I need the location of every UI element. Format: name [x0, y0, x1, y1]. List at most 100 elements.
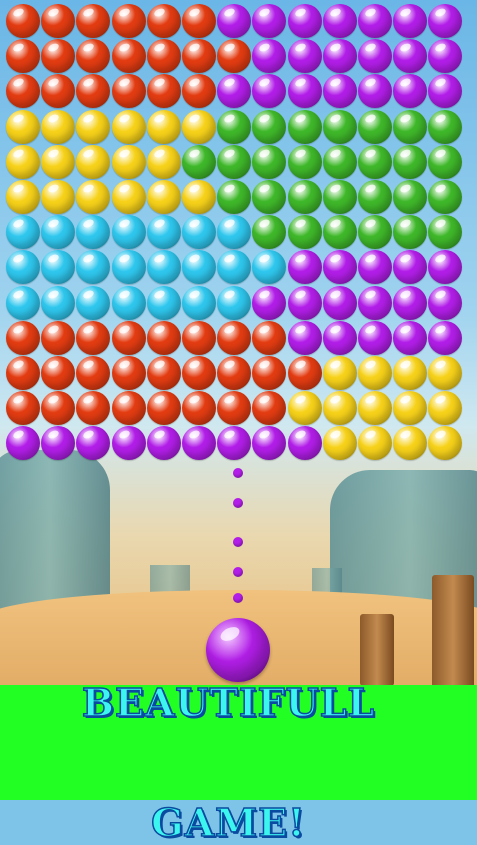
bubble-red — [41, 320, 76, 355]
bubble-red — [182, 39, 216, 74]
bubble-purple — [76, 426, 111, 461]
bubble-green — [287, 109, 322, 144]
bubble-red — [6, 4, 40, 38]
bubble-cyan — [111, 215, 146, 250]
wooden-post-right — [432, 575, 474, 685]
bubble-grid[interactable] — [6, 4, 468, 462]
bubble-green — [358, 180, 392, 214]
bubble-red — [146, 74, 181, 109]
bubble-yellow — [6, 180, 40, 214]
bubble-cyan — [6, 285, 40, 320]
aim-dot — [233, 593, 243, 603]
bubble-yellow — [111, 109, 146, 144]
bubble-purple — [358, 39, 392, 74]
bubble-cyan — [146, 250, 181, 285]
bubble-purple — [287, 74, 322, 109]
bubble-cyan — [41, 250, 76, 285]
bubble-red — [182, 4, 216, 38]
bubble-cyan — [182, 215, 216, 250]
bubble-yellow — [146, 180, 181, 214]
bubble-purple — [287, 39, 322, 74]
bubble-purple — [393, 39, 428, 74]
bubble-cyan — [76, 215, 111, 250]
bubble-yellow — [358, 426, 392, 461]
bubble-red — [6, 39, 40, 74]
bubble-red — [41, 356, 76, 390]
bubble-yellow — [358, 391, 392, 426]
bubble-yellow — [428, 426, 463, 461]
bubble-purple — [358, 4, 392, 38]
bubble-green — [322, 215, 357, 250]
bubble-green — [252, 180, 287, 214]
bubble-yellow — [428, 391, 463, 426]
bubble-yellow — [182, 109, 216, 144]
bubble-green — [393, 109, 428, 144]
bubble-yellow — [358, 356, 392, 390]
bubble-red — [76, 74, 111, 109]
bubble-red — [146, 39, 181, 74]
bubble-purple — [428, 39, 463, 74]
bubble-green — [252, 144, 287, 179]
bubble-red — [252, 320, 287, 355]
bubble-cyan — [252, 250, 287, 285]
bubble-purple — [252, 39, 287, 74]
bubble-green — [428, 215, 463, 250]
bubble-purple — [41, 426, 76, 461]
bubble-yellow — [393, 426, 428, 461]
bubble-purple — [428, 285, 463, 320]
bubble-purple — [322, 250, 357, 285]
bubble-red — [111, 391, 146, 426]
bubble-purple — [6, 426, 40, 461]
bubble-red — [287, 356, 322, 390]
bubble-green — [217, 144, 252, 179]
bubble-red — [6, 356, 40, 390]
bubble-green — [393, 215, 428, 250]
bubble-cyan — [76, 250, 111, 285]
bubble-green — [322, 180, 357, 214]
bubble-red — [111, 74, 146, 109]
aim-dot — [233, 567, 243, 577]
bubble-yellow — [322, 426, 357, 461]
bubble-green — [287, 180, 322, 214]
bubble-yellow — [76, 180, 111, 214]
bubble-green — [287, 144, 322, 179]
bubble-green — [358, 109, 392, 144]
bubble-purple — [287, 426, 322, 461]
bubble-red — [41, 391, 76, 426]
bubble-red — [41, 74, 76, 109]
bubble-cyan — [182, 250, 216, 285]
bubble-red — [252, 356, 287, 390]
bubble-purple — [287, 285, 322, 320]
game-scene[interactable] — [0, 0, 477, 685]
bubble-red — [111, 4, 146, 38]
bubble-purple — [287, 320, 322, 355]
bubble-purple — [428, 320, 463, 355]
banner-line-2: GAME! — [150, 799, 306, 845]
bubble-cyan — [217, 250, 252, 285]
bubble-purple — [322, 39, 357, 74]
bubble-purple — [322, 285, 357, 320]
aim-dot — [233, 498, 243, 508]
bubble-yellow — [182, 180, 216, 214]
bubble-purple — [428, 4, 463, 38]
bubble-green — [428, 144, 463, 179]
bubble-purple — [358, 285, 392, 320]
bubble-green — [217, 109, 252, 144]
bubble-red — [182, 356, 216, 390]
bubble-red — [111, 356, 146, 390]
bubble-yellow — [322, 356, 357, 390]
bubble-cyan — [182, 285, 216, 320]
bubble-green — [393, 180, 428, 214]
bubble-cyan — [41, 285, 76, 320]
bubble-yellow — [146, 109, 181, 144]
bubble-yellow — [41, 109, 76, 144]
bubble-yellow — [428, 356, 463, 390]
bubble-red — [182, 391, 216, 426]
bubble-cyan — [217, 285, 252, 320]
bubble-green — [358, 144, 392, 179]
bubble-purple — [393, 74, 428, 109]
bubble-red — [217, 391, 252, 426]
bubble-purple — [217, 74, 252, 109]
bubble-red — [252, 391, 287, 426]
bubble-yellow — [393, 356, 428, 390]
